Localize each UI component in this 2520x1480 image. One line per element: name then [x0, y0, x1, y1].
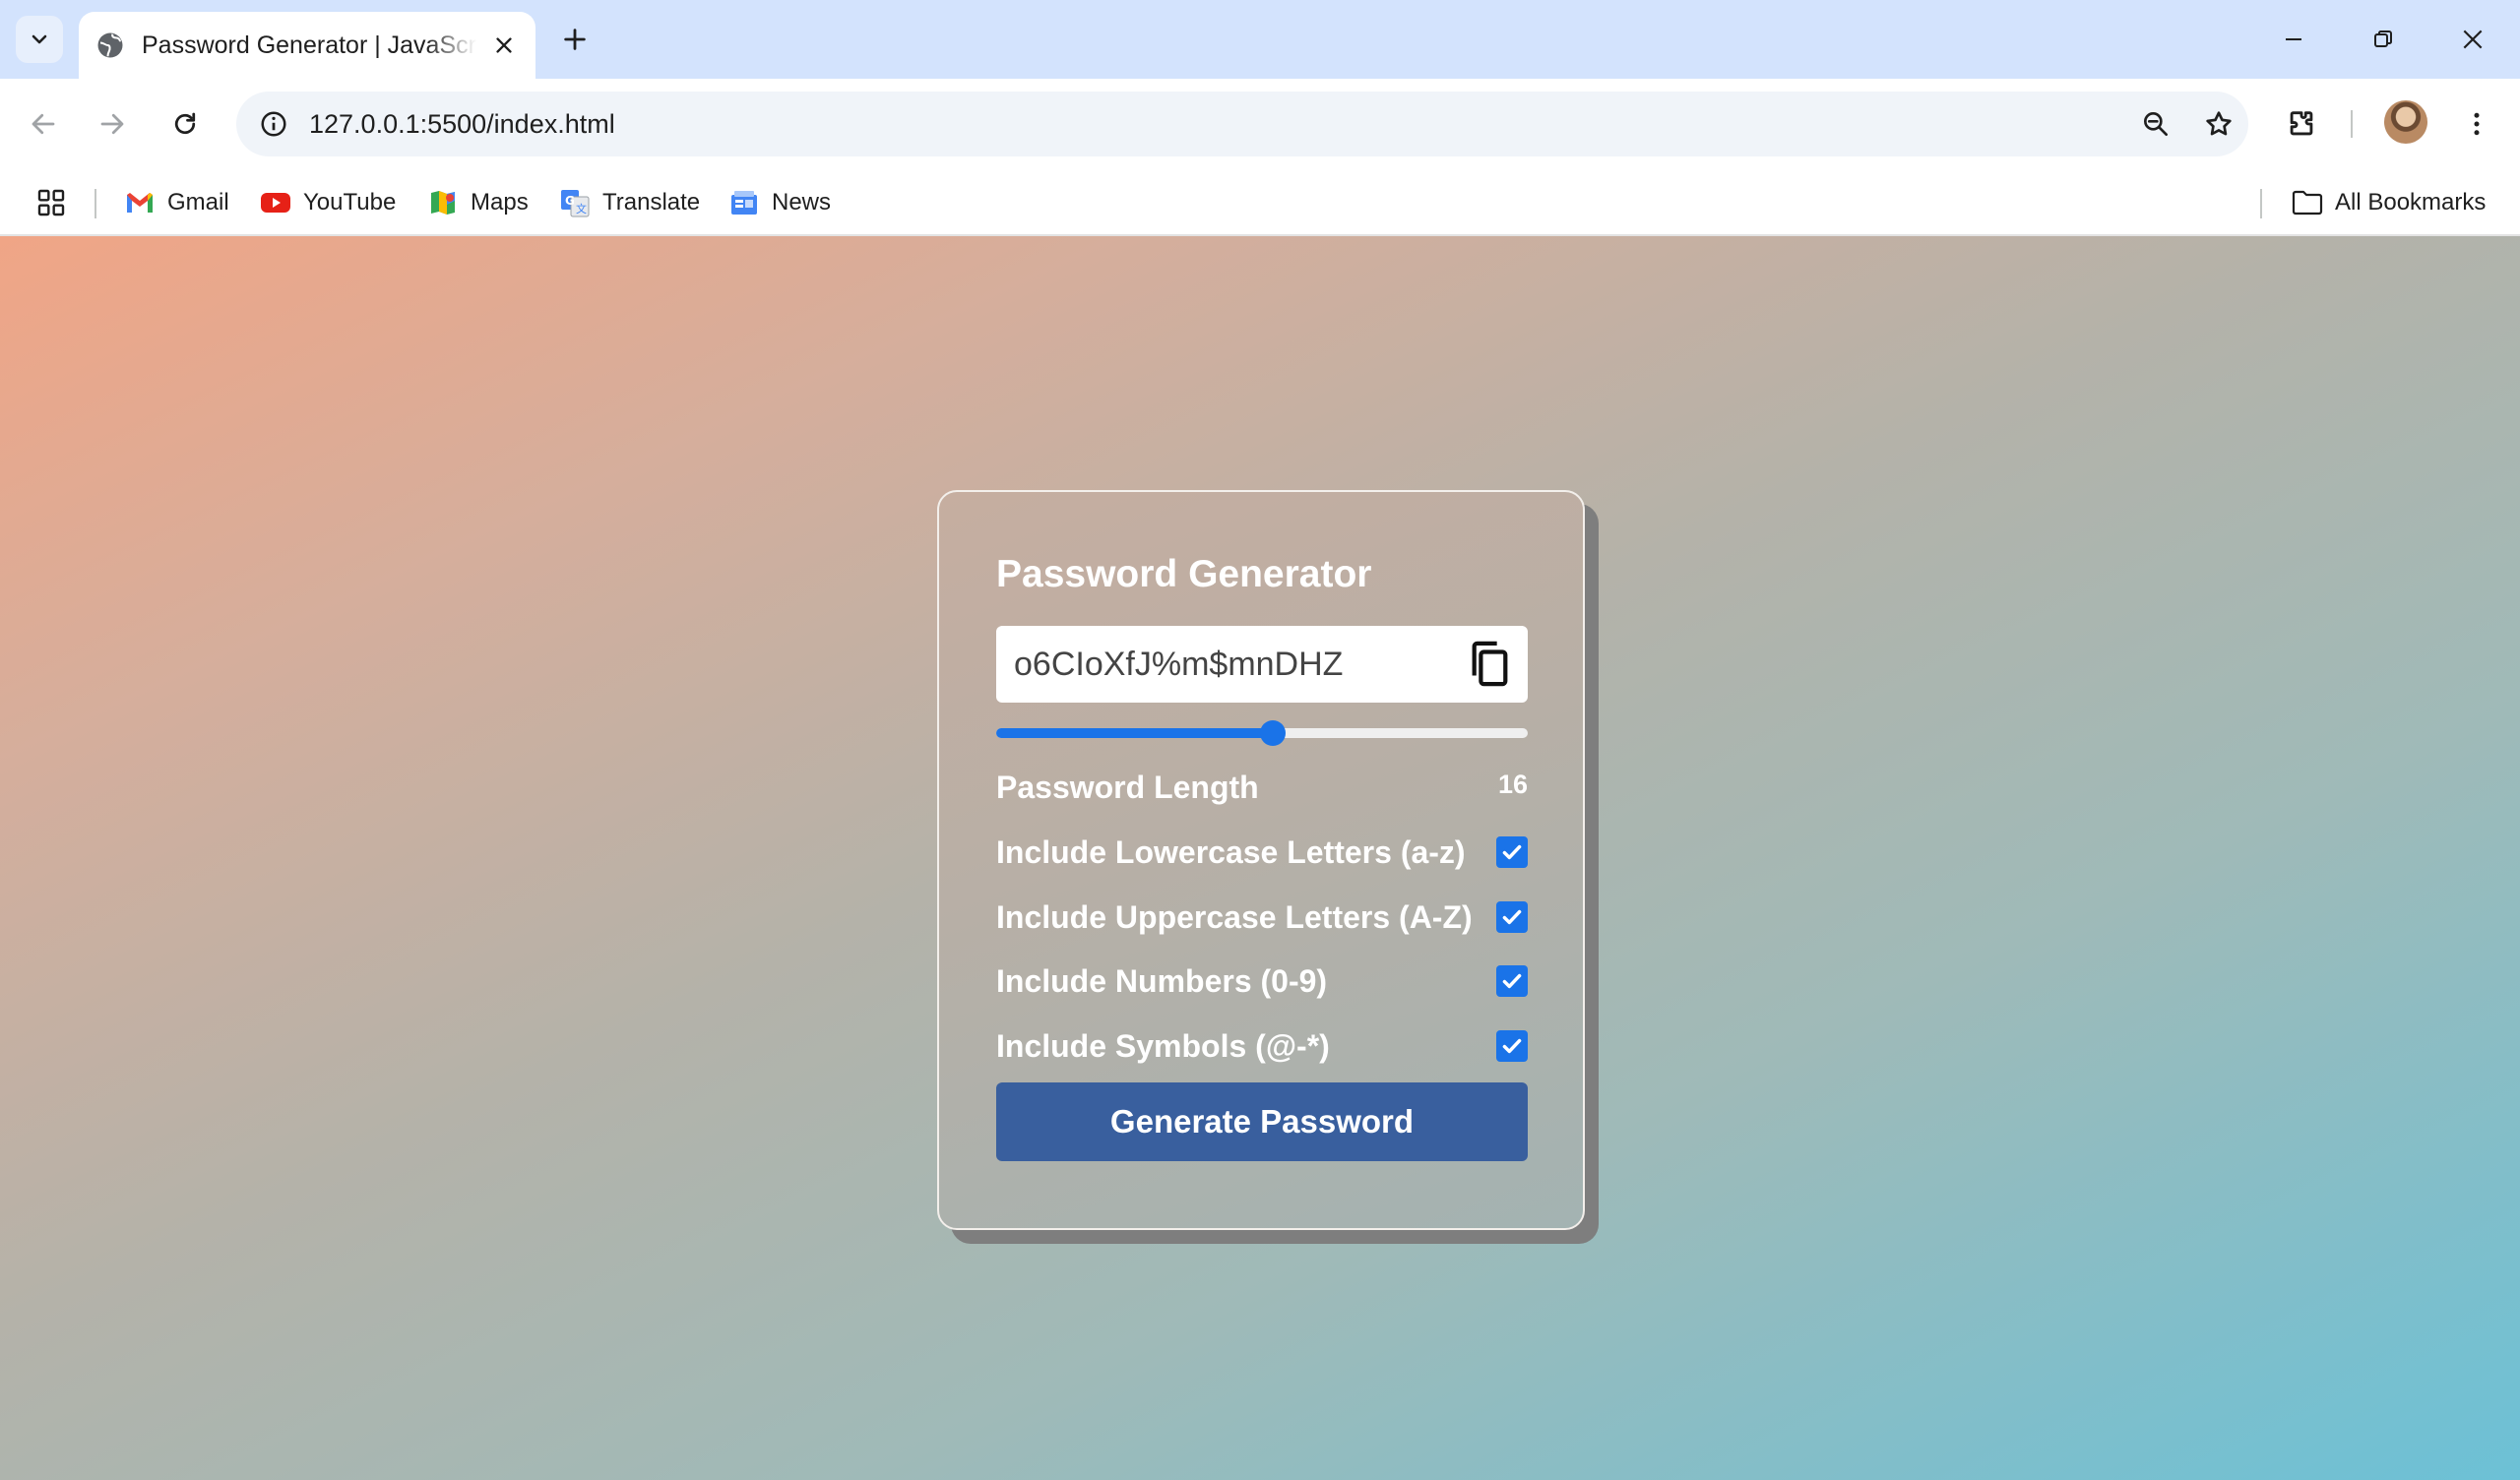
reload-button[interactable] [161, 100, 209, 148]
bookmark-gmail[interactable]: Gmail [124, 183, 229, 222]
forward-button[interactable] [89, 100, 136, 148]
active-tab[interactable]: Password Generator | JavaScript [79, 12, 536, 79]
copy-icon[interactable] [1463, 638, 1516, 691]
bookmark-label: News [772, 189, 832, 216]
translate-icon: G文 [559, 187, 591, 218]
uppercase-checkbox[interactable] [1496, 901, 1528, 933]
bookmark-translate[interactable]: G文 Translate [559, 183, 700, 222]
option-numbers: Include Numbers (0-9) [996, 959, 1528, 1003]
menu-button[interactable] [2453, 100, 2500, 148]
length-label: Password Length [996, 770, 1259, 805]
svg-text:G: G [565, 194, 575, 208]
check-icon [1502, 973, 1522, 989]
arrow-right-icon [100, 113, 124, 135]
option-symbols: Include Symbols (@-*) [996, 1024, 1528, 1068]
bookmark-label: Maps [471, 189, 529, 216]
extensions-button[interactable] [2278, 100, 2325, 148]
bookmarks-divider [94, 189, 96, 218]
bookmark-label: YouTube [303, 189, 397, 216]
arrow-left-icon [32, 113, 55, 135]
bookmarks-divider [2260, 189, 2262, 218]
option-lowercase: Include Lowercase Letters (a-z) [996, 831, 1528, 874]
puzzle-icon [2290, 111, 2313, 136]
address-bar[interactable]: 127.0.0.1:5500/index.html [236, 92, 2248, 156]
length-slider[interactable] [996, 720, 1528, 746]
check-icon [1502, 1038, 1522, 1054]
close-tab-icon[interactable] [488, 30, 520, 61]
restore-button[interactable] [2356, 12, 2411, 67]
password-display [996, 626, 1528, 703]
lowercase-checkbox[interactable] [1496, 836, 1528, 868]
password-generator-card: Password Generator Password Length 16 In… [937, 490, 1585, 1230]
browser-toolbar: 127.0.0.1:5500/index.html [0, 79, 2520, 169]
zoom-icon[interactable] [2136, 104, 2175, 144]
youtube-icon [260, 187, 291, 218]
new-tab-button[interactable] [555, 20, 595, 59]
bookmark-news[interactable]: News [728, 183, 831, 222]
option-label: Include Uppercase Letters (A-Z) [996, 899, 1473, 935]
option-label: Include Numbers (0-9) [996, 963, 1328, 999]
tab-title: Password Generator | JavaScript [142, 31, 476, 59]
bookmark-label: Translate [602, 189, 701, 216]
option-uppercase: Include Uppercase Letters (A-Z) [996, 895, 1528, 939]
all-bookmarks-label: All Bookmarks [2335, 189, 2487, 216]
bookmark-maps[interactable]: Maps [427, 183, 529, 222]
length-value: 16 [1497, 770, 1528, 799]
more-vert-icon [2474, 112, 2480, 136]
toolbar-divider [2351, 110, 2353, 138]
symbols-checkbox[interactable] [1496, 1030, 1528, 1062]
option-label: Include Lowercase Letters (a-z) [996, 834, 1466, 870]
check-icon [1502, 909, 1522, 925]
bookmark-youtube[interactable]: YouTube [260, 183, 396, 222]
password-output[interactable] [1014, 626, 1447, 703]
close-window-button[interactable] [2445, 12, 2500, 67]
option-label: Include Symbols (@-*) [996, 1028, 1330, 1064]
bookmark-label: Gmail [167, 189, 229, 216]
plus-icon [564, 29, 586, 50]
folder-icon [2292, 187, 2323, 218]
generate-password-button[interactable]: Generate Password [996, 1082, 1528, 1161]
maps-icon [427, 187, 459, 218]
tab-search-button[interactable] [16, 16, 63, 63]
app-title: Password Generator [996, 553, 1372, 595]
star-icon[interactable] [2199, 104, 2238, 144]
slider-fill [996, 728, 1273, 738]
reload-icon [174, 112, 196, 135]
site-info-icon[interactable] [254, 104, 293, 144]
slider-thumb[interactable] [1260, 720, 1286, 746]
all-bookmarks-button[interactable]: All Bookmarks [2292, 183, 2486, 222]
gmail-icon [124, 187, 156, 218]
numbers-checkbox[interactable] [1496, 965, 1528, 997]
check-icon [1502, 844, 1522, 860]
length-row: Password Length 16 [996, 766, 1528, 809]
apps-grid-icon[interactable] [33, 185, 69, 220]
tab-strip: Password Generator | JavaScript [0, 0, 2520, 79]
globe-icon [94, 30, 126, 61]
news-icon [728, 187, 760, 218]
restore-icon [2374, 31, 2392, 47]
close-icon [2463, 30, 2483, 49]
svg-text:文: 文 [576, 202, 587, 216]
bookmarks-bar: Gmail YouTube Maps G文 Translate News All… [0, 169, 2520, 236]
url-text[interactable]: 127.0.0.1:5500/index.html [309, 92, 615, 156]
profile-avatar[interactable] [2384, 100, 2427, 144]
page-viewport: Password Generator Password Length 16 In… [0, 236, 2520, 1480]
minimize-icon [2286, 38, 2301, 40]
back-button[interactable] [20, 100, 67, 148]
chevron-down-icon [32, 34, 47, 44]
minimize-button[interactable] [2266, 12, 2321, 67]
